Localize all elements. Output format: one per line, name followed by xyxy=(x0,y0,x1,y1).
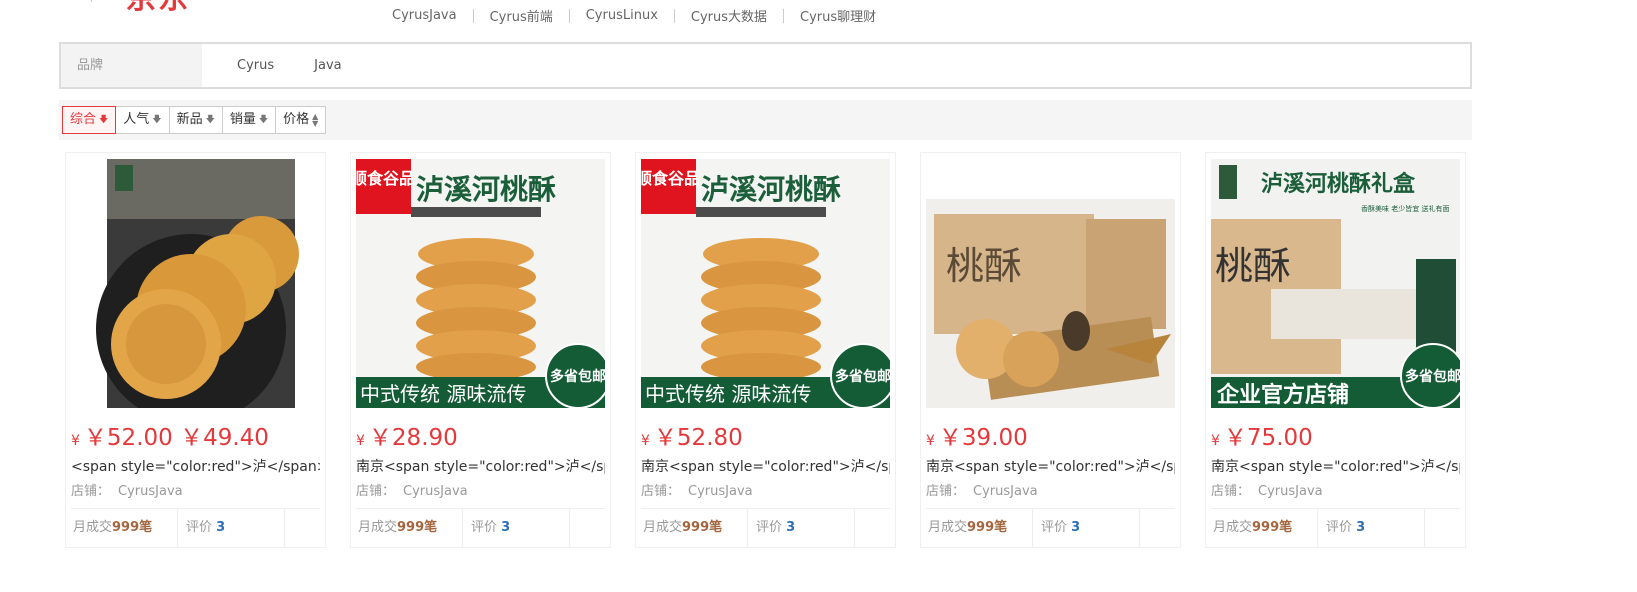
sort-label: 人气 xyxy=(123,112,150,127)
review-count[interactable]: 评价 3 xyxy=(748,509,855,548)
box-lettering: 桃酥 xyxy=(946,244,1022,288)
empty-cell xyxy=(1140,509,1175,548)
product-image[interactable]: 泸溪河桃酥礼盒 香酥美味 老少皆宜 送礼有面 桃酥 企业官方店铺 多省包邮 xyxy=(1211,159,1460,408)
product-title[interactable]: 南京<span style="color:red">泸</sp xyxy=(926,456,1175,476)
brand-filter: 品牌 Cyrus Java xyxy=(59,42,1472,89)
topnav-link[interactable]: Cyrus大数据 xyxy=(691,6,767,25)
product-image[interactable]: 顺食谷品 泸溪河桃酥 中式传统 源味流传 多省包邮 xyxy=(356,159,605,408)
nav-divider xyxy=(472,8,474,23)
product-stats: 月成交999笔 评价 3 xyxy=(356,508,605,548)
site-logo[interactable]: ✳ 京东 xyxy=(84,0,224,12)
review-count[interactable]: 评价 3 xyxy=(1033,509,1140,548)
product-shop[interactable]: 店铺： CyrusJava xyxy=(356,480,468,499)
nav-divider xyxy=(673,8,675,23)
product-title[interactable]: <span style="color:red">泸</span> xyxy=(71,456,320,476)
sort-label: 价格 xyxy=(283,112,310,127)
arrow-down-icon: 🡇 xyxy=(99,115,109,125)
nav-divider xyxy=(783,8,785,23)
sort-popularity-button[interactable]: 人气 🡇 xyxy=(115,106,170,134)
product-card[interactable]: 顺食谷品 泸溪河桃酥 中式传统 源味流传 多省包邮 ¥ ￥52.80 南京<spa… xyxy=(635,152,896,548)
product-price: ¥ ￥39.00 xyxy=(926,425,1028,451)
sort-up-down-icon: ▲ ▼ xyxy=(312,112,319,128)
product-card[interactable]: 桃酥 ¥ ￥39.00 南京<span style="color:red">泸</… xyxy=(920,152,1181,548)
product-stats: 月成交999笔 评价 3 xyxy=(71,508,320,548)
sort-sales-button[interactable]: 销量 🡇 xyxy=(221,106,277,134)
product-shop[interactable]: 店铺： CyrusJava xyxy=(1211,480,1323,499)
arrow-down-icon: 🡇 xyxy=(152,115,162,125)
product-stats: 月成交999笔 评价 3 xyxy=(1211,508,1460,548)
product-shop[interactable]: 店铺： CyrusJava xyxy=(641,480,753,499)
poster-footer: 企业官方店铺 xyxy=(1216,382,1349,408)
product-price: ¥ ￥52.00 ￥49.40 xyxy=(71,425,269,451)
monthly-sales: 月成交999笔 xyxy=(926,509,1033,548)
poster-badge-text: 顺食谷品 xyxy=(641,169,700,188)
poster-subline: 香酥美味 老少皆宜 送礼有面 xyxy=(1361,204,1449,213)
top-category-nav: CyrusJava Cyrus前端 CyrusLinux Cyrus大数据 Cy… xyxy=(392,6,876,25)
topnav-link[interactable]: Cyrus前端 xyxy=(490,6,553,25)
sort-label: 销量 xyxy=(229,112,256,127)
logo-mark-icon: ✳ xyxy=(84,0,106,8)
product-stats: 月成交999笔 评价 3 xyxy=(641,508,890,548)
sort-bar: 综合 🡇 人气 🡇 新品 🡇 销量 🡇 价格 ▲ ▼ xyxy=(59,100,1472,140)
brand-options: Cyrus Java xyxy=(237,44,382,87)
topnav-link[interactable]: CyrusLinux xyxy=(586,8,658,23)
poster-headline: 泸溪河桃酥 xyxy=(701,173,841,206)
monthly-sales: 月成交999笔 xyxy=(641,509,748,548)
product-grid: ¥ ￥52.00 ￥49.40 <span style="color:red">泸… xyxy=(65,152,1490,548)
empty-cell xyxy=(855,509,890,548)
arrow-down-icon: 🡇 xyxy=(205,115,215,125)
sort-price-button[interactable]: 价格 ▲ ▼ xyxy=(275,106,327,134)
product-image[interactable] xyxy=(71,159,320,408)
logo-text: 京东 xyxy=(126,0,190,12)
product-image[interactable]: 桃酥 xyxy=(926,159,1175,408)
monthly-sales: 月成交999笔 xyxy=(71,509,178,548)
product-card[interactable]: ¥ ￥52.00 ￥49.40 <span style="color:red">泸… xyxy=(65,152,326,548)
arrow-down-icon: 🡇 xyxy=(258,115,269,125)
poster-corner: 多省包邮 xyxy=(1405,368,1460,385)
sort-new-button[interactable]: 新品 🡇 xyxy=(168,106,223,134)
product-card[interactable]: 泸溪河桃酥礼盒 香酥美味 老少皆宜 送礼有面 桃酥 企业官方店铺 多省包邮 ¥ ￥… xyxy=(1205,152,1466,548)
brand-filter-label: 品牌 xyxy=(61,44,202,87)
product-shop[interactable]: 店铺： CyrusJava xyxy=(71,480,183,499)
poster-badge-text: 顺食谷品 xyxy=(356,169,415,188)
product-title[interactable]: 南京<span style="color:red">泸</sp xyxy=(356,456,605,476)
product-card[interactable]: 顺食谷品 泸溪河桃酥 中式传统 源味流传 多省包邮 ¥ ￥28.90 南京<spa… xyxy=(350,152,611,548)
product-title[interactable]: 南京<span style="color:red">泸</sp xyxy=(1211,456,1460,476)
topnav-link[interactable]: Cyrus聊理财 xyxy=(800,6,876,25)
poster-headline: 泸溪河桃酥 xyxy=(416,173,556,206)
poster-corner: 多省包邮 xyxy=(835,368,890,385)
product-price: ¥ ￥75.00 xyxy=(1211,425,1313,451)
monthly-sales: 月成交999笔 xyxy=(1211,509,1318,548)
empty-cell xyxy=(1425,509,1460,548)
poster-footer: 中式传统 源味流传 xyxy=(645,382,811,406)
topnav-link[interactable]: CyrusJava xyxy=(392,8,457,23)
review-count[interactable]: 评价 3 xyxy=(178,509,285,548)
product-shop[interactable]: 店铺： CyrusJava xyxy=(926,480,1038,499)
product-price: ¥ ￥28.90 xyxy=(356,425,458,451)
sort-comprehensive-button[interactable]: 综合 🡇 xyxy=(62,106,117,134)
product-stats: 月成交999笔 评价 3 xyxy=(926,508,1175,548)
poster-footer: 中式传统 源味流传 xyxy=(360,382,526,406)
nav-divider xyxy=(568,8,570,23)
empty-cell xyxy=(570,509,605,548)
sort-label: 综合 xyxy=(70,112,97,127)
empty-cell xyxy=(285,509,320,548)
review-count[interactable]: 评价 3 xyxy=(1318,509,1425,548)
product-image[interactable]: 顺食谷品 泸溪河桃酥 中式传统 源味流传 多省包邮 xyxy=(641,159,890,408)
brand-option[interactable]: Cyrus xyxy=(237,58,274,73)
product-title[interactable]: 南京<span style="color:red">泸</sp xyxy=(641,456,890,476)
poster-headline: 泸溪河桃酥礼盒 xyxy=(1261,171,1416,197)
monthly-sales: 月成交999笔 xyxy=(356,509,463,548)
poster-corner: 多省包邮 xyxy=(550,368,605,385)
review-count[interactable]: 评价 3 xyxy=(463,509,570,548)
brand-option[interactable]: Java xyxy=(314,58,341,73)
product-price: ¥ ￥52.80 xyxy=(641,425,743,451)
sort-label: 新品 xyxy=(176,112,203,127)
box-lettering: 桃酥 xyxy=(1215,244,1291,288)
